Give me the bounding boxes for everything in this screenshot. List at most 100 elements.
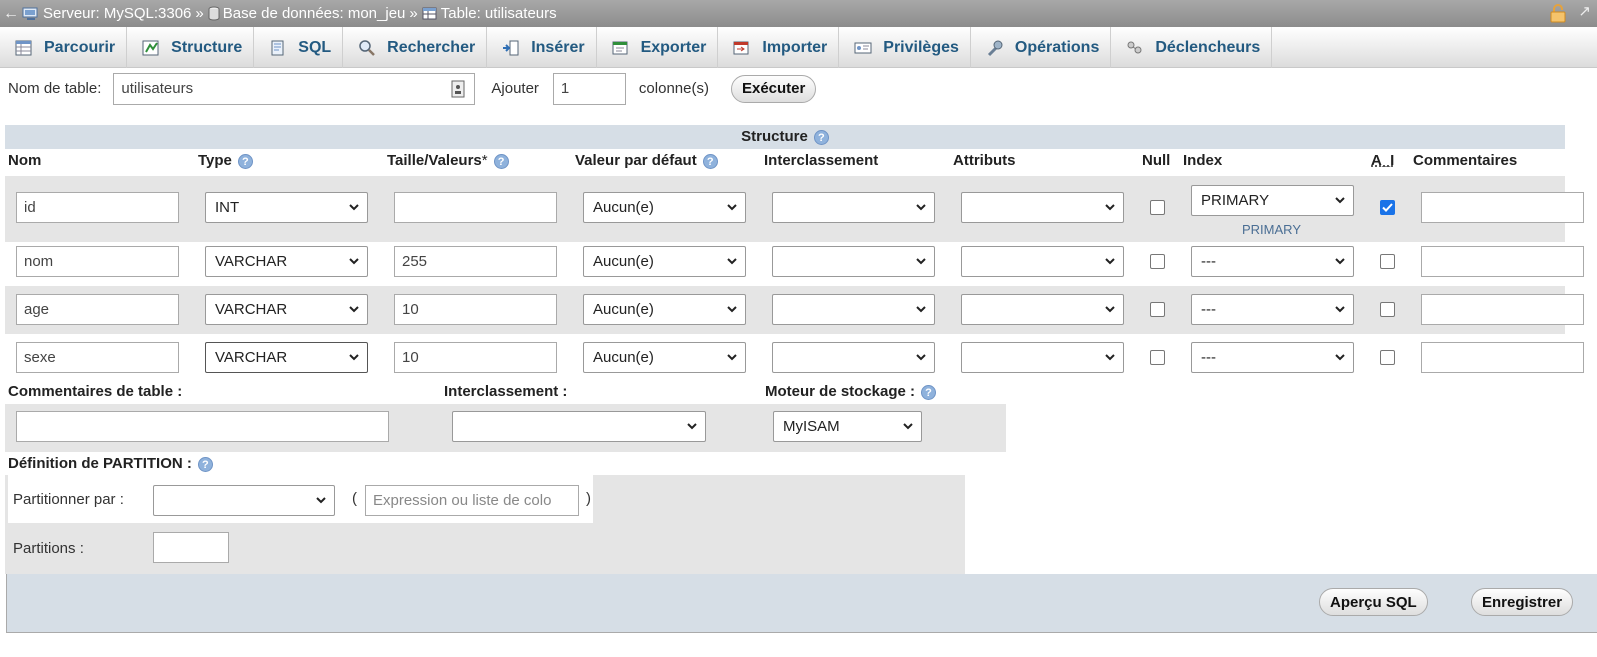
table-options-panel: MyISAM: [5, 404, 1006, 452]
ai-checkbox[interactable]: [1380, 254, 1395, 269]
tab-operations[interactable]: Opérations: [971, 27, 1112, 68]
col-header-ai[interactable]: A_I: [1371, 152, 1394, 169]
export-icon: [612, 41, 628, 54]
column-name-input[interactable]: sexe: [16, 342, 179, 373]
tab-importer[interactable]: Importer: [718, 27, 840, 68]
null-checkbox[interactable]: [1150, 350, 1165, 365]
table-collation-label: Interclassement :: [444, 383, 568, 400]
form-footer: Aperçu SQL Enregistrer: [6, 574, 1597, 633]
server-icon: [22, 7, 38, 20]
tab-parcourir[interactable]: Parcourir: [0, 27, 128, 68]
ai-checkbox[interactable]: [1380, 350, 1395, 365]
index-select[interactable]: ---: [1191, 342, 1354, 373]
attributes-select[interactable]: [961, 246, 1124, 277]
comment-input[interactable]: [1421, 246, 1584, 277]
column-name-input[interactable]: age: [16, 294, 179, 325]
storage-engine-label: Moteur de stockage :?: [765, 383, 937, 400]
default-select[interactable]: Aucun(e): [583, 192, 746, 223]
type-select[interactable]: VARCHAR: [205, 246, 368, 277]
table-name-label: Nom de table:: [8, 80, 102, 97]
tab-inserer[interactable]: Insérer: [487, 27, 597, 68]
help-icon[interactable]: ?: [237, 153, 253, 169]
collapse-arrow-icon[interactable]: ↗: [1578, 0, 1591, 24]
tab-privileges[interactable]: Privilèges: [839, 27, 971, 68]
index-select[interactable]: ---: [1191, 246, 1354, 277]
tab-declencheurs[interactable]: Déclencheurs: [1111, 27, 1273, 68]
table-comments-input[interactable]: [16, 411, 389, 442]
col-header-type: Type?: [198, 152, 253, 169]
tab-sql[interactable]: SQL: [254, 27, 344, 68]
structure-header: Structure?: [5, 125, 1565, 149]
type-select[interactable]: VARCHAR: [205, 294, 368, 325]
breadcrumb-table[interactable]: Table: utilisateurs: [422, 2, 557, 26]
chevron-down-icon: [1105, 258, 1115, 265]
partitions-label: Partitions :: [13, 540, 84, 557]
size-input[interactable]: 10: [394, 294, 557, 325]
null-checkbox[interactable]: [1150, 254, 1165, 269]
size-input[interactable]: [394, 192, 557, 223]
execute-button[interactable]: Exécuter: [730, 74, 817, 103]
index-select[interactable]: ---: [1191, 294, 1354, 325]
breadcrumb-server[interactable]: Serveur: MySQL:3306: [22, 2, 191, 26]
chevron-down-icon: [1105, 306, 1115, 313]
ai-checkbox[interactable]: [1380, 302, 1395, 317]
table-collation-select[interactable]: [452, 411, 706, 442]
storage-engine-select[interactable]: MyISAM: [773, 411, 922, 442]
default-select[interactable]: Aucun(e): [583, 294, 746, 325]
default-select[interactable]: Aucun(e): [583, 342, 746, 373]
index-select[interactable]: PRIMARY: [1191, 185, 1354, 216]
help-icon[interactable]: ?: [493, 153, 509, 169]
add-label: Ajouter: [491, 80, 539, 97]
partition-expression-input[interactable]: Expression ou liste de colo: [365, 485, 579, 516]
table-name-input[interactable]: utilisateurs: [113, 72, 476, 105]
collation-select[interactable]: [772, 246, 935, 277]
comment-input[interactable]: [1421, 294, 1584, 325]
column-name-input[interactable]: id: [16, 192, 179, 223]
chevron-down-icon: [1335, 197, 1345, 204]
col-header-commentaires: Commentaires: [1413, 152, 1518, 169]
collation-select[interactable]: [772, 342, 935, 373]
size-input[interactable]: 255: [394, 246, 557, 277]
collation-select[interactable]: [772, 294, 935, 325]
help-icon[interactable]: ?: [813, 129, 829, 145]
tab-structure[interactable]: Structure: [127, 27, 255, 68]
tab-exporter[interactable]: Exporter: [597, 27, 719, 68]
tab-bar: Parcourir Structure SQL Rechercher Insér…: [0, 27, 1597, 68]
chevron-down-icon: [1105, 204, 1115, 211]
tab-rechercher[interactable]: Rechercher: [343, 27, 488, 68]
help-icon[interactable]: ?: [702, 153, 718, 169]
columns-label: colonne(s): [638, 80, 709, 97]
partitions-count-input[interactable]: [153, 532, 229, 563]
back-arrow-icon[interactable]: ←: [0, 2, 22, 26]
chevron-down-icon: [916, 258, 926, 265]
col-header-attributs: Attributs: [953, 152, 1016, 169]
help-icon[interactable]: ?: [197, 456, 213, 472]
null-checkbox[interactable]: [1150, 200, 1165, 215]
chevron-down-icon: [687, 423, 697, 430]
chevron-down-icon: [1105, 354, 1115, 361]
comment-input[interactable]: [1421, 342, 1584, 373]
attributes-select[interactable]: [961, 294, 1124, 325]
add-columns-input[interactable]: 1: [552, 72, 626, 105]
breadcrumb-database[interactable]: Base de données: mon_jeu: [208, 2, 405, 26]
type-select[interactable]: INT: [205, 192, 368, 223]
type-select[interactable]: VARCHAR: [205, 342, 368, 373]
null-checkbox[interactable]: [1150, 302, 1165, 317]
chevron-down-icon: [349, 306, 359, 313]
save-button[interactable]: Enregistrer: [1471, 588, 1574, 616]
help-icon[interactable]: ?: [921, 384, 937, 400]
sql-icon: [271, 40, 284, 55]
attributes-select[interactable]: [961, 192, 1124, 223]
comment-input[interactable]: [1421, 192, 1584, 223]
lock-icon[interactable]: [1549, 3, 1567, 23]
partition-by-select[interactable]: [153, 485, 335, 516]
partition-by-label: Partitionner par :: [13, 491, 124, 508]
triggers-icon: [1127, 41, 1142, 53]
attributes-select[interactable]: [961, 342, 1124, 373]
default-select[interactable]: Aucun(e): [583, 246, 746, 277]
ai-checkbox[interactable]: [1380, 200, 1395, 215]
size-input[interactable]: 10: [394, 342, 557, 373]
column-name-input[interactable]: nom: [16, 246, 179, 277]
preview-sql-button[interactable]: Aperçu SQL: [1319, 588, 1428, 616]
collation-select[interactable]: [772, 192, 935, 223]
